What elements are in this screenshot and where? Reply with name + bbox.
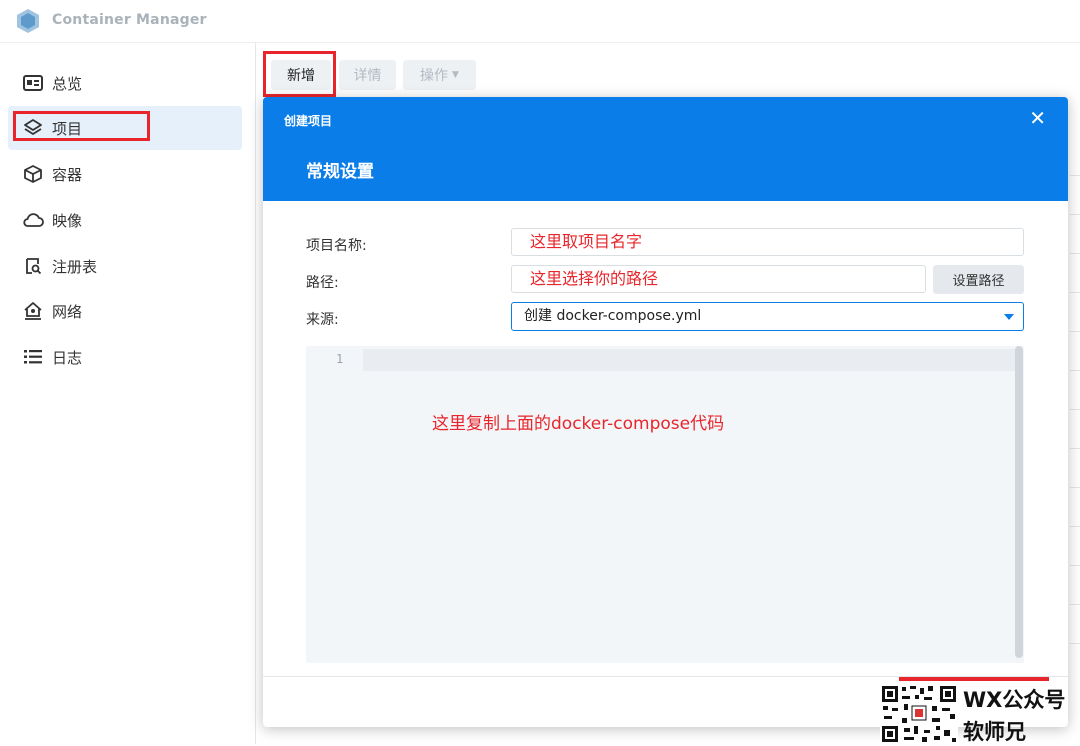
create-project-dialog: 创建项目 ✕ 常规设置 项目名称: 这里取项目名字 路径: 这里选择你的路径 设… (263, 97, 1068, 727)
sidebar-item-label: 项目 (52, 119, 83, 138)
editor-active-line (363, 349, 1017, 371)
new-button[interactable]: 新增 (271, 60, 331, 90)
list-divider (1070, 565, 1080, 566)
sidebar-item-label: 总览 (52, 74, 83, 93)
highlight-box (899, 677, 1049, 681)
list-divider (1070, 448, 1080, 449)
app-title: Container Manager (52, 12, 207, 28)
compose-editor[interactable]: 1 这里复制上面的docker-compose代码 (306, 346, 1024, 663)
overview-icon (22, 72, 44, 94)
sidebar-item-label: 容器 (52, 165, 83, 184)
path-label: 路径: (306, 275, 339, 291)
sidebar-item-overview[interactable]: 总览 (8, 61, 242, 105)
source-label: 来源: (306, 312, 339, 328)
dialog-title: 创建项目 (284, 114, 333, 128)
sidebar: 总览 项目 容器 映像 注册表 网络 日志 (0, 43, 256, 744)
network-home-icon (22, 300, 44, 322)
layers-icon (22, 117, 44, 139)
close-icon[interactable]: ✕ (1029, 108, 1046, 128)
sidebar-item-projects[interactable]: 项目 (8, 106, 242, 150)
list-divider (1070, 253, 1080, 254)
set-path-button[interactable]: 设置路径 (933, 265, 1024, 294)
action-dropdown-button[interactable]: 操作 ▼ (403, 60, 476, 90)
sidebar-item-label: 映像 (52, 211, 83, 230)
source-select[interactable]: 创建 docker-compose.yml (511, 302, 1024, 331)
app-logo-icon (17, 9, 39, 33)
watermark-text: WX公众号 (963, 688, 1066, 712)
sidebar-item-label: 网络 (52, 302, 83, 321)
action-label: 操作 (420, 68, 449, 84)
list-divider (1070, 370, 1080, 371)
project-name-input[interactable]: 这里取项目名字 (511, 228, 1024, 256)
project-name-label: 项目名称: (306, 238, 367, 254)
watermark-text: 软师兄 (963, 720, 1026, 744)
list-icon (22, 346, 44, 368)
caret-down-icon: ▼ (452, 70, 459, 80)
sidebar-item-containers[interactable]: 容器 (8, 152, 242, 196)
cube-icon (22, 163, 44, 185)
source-selected-value: 创建 docker-compose.yml (524, 308, 702, 324)
app-header: Container Manager (0, 0, 1080, 43)
list-divider (1070, 487, 1080, 488)
list-divider (1070, 175, 1080, 176)
path-input[interactable]: 这里选择你的路径 (511, 265, 926, 293)
list-divider (1070, 331, 1080, 332)
dialog-header: 创建项目 ✕ 常规设置 (263, 97, 1068, 201)
list-divider (1070, 214, 1080, 215)
sidebar-item-label: 注册表 (52, 257, 98, 276)
list-divider (1070, 643, 1080, 644)
registry-search-icon (22, 255, 44, 277)
list-divider (1070, 292, 1080, 293)
sidebar-item-logs[interactable]: 日志 (8, 335, 242, 379)
list-divider (1070, 526, 1080, 527)
cloud-icon (22, 209, 44, 231)
sidebar-item-registry[interactable]: 注册表 (8, 244, 242, 288)
sidebar-item-label: 日志 (52, 348, 83, 367)
chevron-down-icon (1004, 314, 1014, 320)
sidebar-item-images[interactable]: 映像 (8, 198, 242, 242)
list-divider (1070, 604, 1080, 605)
qr-code-icon (880, 684, 958, 744)
section-title: 常规设置 (306, 162, 374, 182)
sidebar-item-network[interactable]: 网络 (8, 289, 242, 333)
editor-annotation: 这里复制上面的docker-compose代码 (432, 414, 725, 434)
line-number: 1 (336, 352, 344, 366)
editor-scrollbar[interactable] (1015, 346, 1023, 658)
detail-button[interactable]: 详情 (339, 60, 396, 90)
list-divider (1070, 409, 1080, 410)
